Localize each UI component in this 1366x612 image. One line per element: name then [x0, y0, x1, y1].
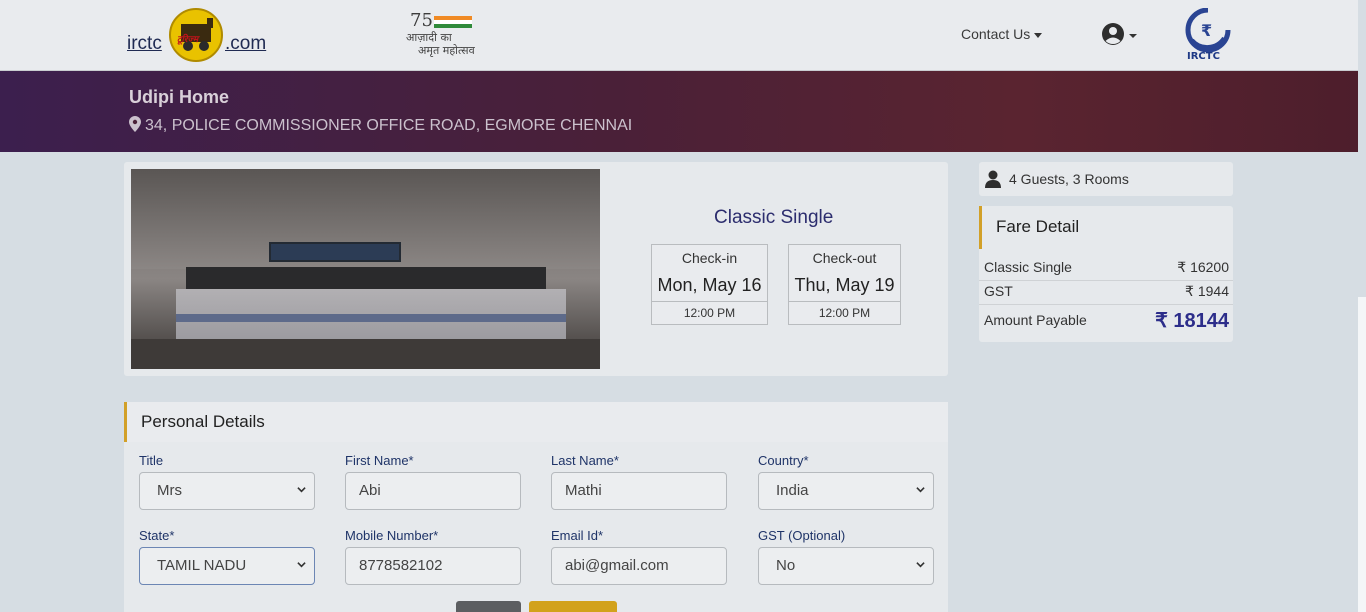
chevron-down-icon	[916, 562, 925, 568]
guests-rooms-text: 4 Guests, 3 Rooms	[1009, 171, 1129, 187]
continue-button[interactable]	[529, 601, 617, 612]
hotel-name: Udipi Home	[129, 87, 230, 107]
state-label: State*	[139, 528, 175, 543]
irctc-emblem-icon: ₹	[1185, 7, 1231, 53]
gst-select[interactable]: No	[758, 547, 934, 585]
hotel-address: 34, POLICE COMMISSIONER OFFICE ROAD, EGM…	[129, 116, 632, 135]
fare-detail-title: Fare Detail	[996, 217, 1080, 236]
country-label: Country*	[758, 453, 809, 468]
user-icon	[985, 170, 1001, 188]
check-in-date: Mon, May 16	[657, 275, 762, 295]
fare-total-row: Amount Payable ₹ 18144	[984, 310, 1229, 332]
email-value: abi@gmail.com	[565, 557, 669, 574]
gst-label: GST (Optional)	[758, 528, 846, 543]
azadi-75: 75	[410, 10, 433, 31]
caret-down-icon	[1034, 32, 1043, 38]
check-out-time: 12:00 PM	[789, 301, 900, 323]
first-name-value: Abi	[359, 482, 381, 499]
country-select-value: India	[776, 482, 809, 499]
chevron-down-icon	[297, 562, 306, 568]
irctc-label: IRCTC	[1187, 51, 1220, 62]
contact-us-label: Contact Us	[961, 26, 1031, 42]
irctc-logo[interactable]: ₹ IRCTC	[1184, 7, 1232, 64]
mobile-number-label: Mobile Number*	[345, 528, 439, 543]
fare-row-value: ₹ 1944	[1185, 283, 1229, 299]
fare-detail-card: Fare Detail Classic Single ₹ 16200 GST ₹…	[979, 206, 1233, 342]
guests-rooms-summary: 4 Guests, 3 Rooms	[979, 162, 1233, 196]
email-label: Email Id*	[551, 528, 604, 543]
check-in-time: 12:00 PM	[652, 301, 767, 323]
check-out-date: Thu, May 19	[794, 275, 895, 295]
amount-payable-value: ₹ 18144	[1155, 310, 1229, 332]
gst-select-value: No	[776, 557, 796, 574]
fare-row-gst: GST ₹ 1944	[984, 283, 1229, 299]
logo-text-right: .com	[225, 33, 267, 54]
amount-payable-label: Amount Payable	[984, 312, 1087, 328]
personal-details-header: Personal Details	[124, 402, 948, 442]
mobile-number-value: 8778582102	[359, 557, 443, 574]
personal-details-title: Personal Details	[141, 412, 265, 431]
check-out-box: Check-out Thu, May 19 12:00 PM	[788, 244, 901, 325]
azadi-ka-amrit-mahotsav-logo: 75 आज़ादी का अमृत महोत्सव	[404, 10, 484, 60]
user-circle-icon	[1102, 23, 1137, 45]
personal-details-section: Personal Details Title Mrs First Name* A…	[124, 402, 948, 612]
fare-row-label: Classic Single	[984, 259, 1072, 275]
first-name-input[interactable]: Abi	[345, 472, 521, 510]
chevron-down-icon	[297, 487, 306, 493]
email-input[interactable]: abi@gmail.com	[551, 547, 727, 585]
flag-icon	[434, 16, 472, 28]
country-select[interactable]: India	[758, 472, 934, 510]
last-name-input[interactable]: Mathi	[551, 472, 727, 510]
check-out-label: Check-out	[812, 250, 877, 266]
train-logo-icon: टूरिज्म	[169, 8, 223, 62]
check-in-label: Check-in	[681, 250, 738, 266]
state-select[interactable]: TAMIL NADU	[139, 547, 315, 585]
logo-tag: टूरिज्म	[177, 35, 199, 45]
fare-row-value: ₹ 16200	[1177, 259, 1229, 275]
title-select-value: Mrs	[157, 482, 182, 499]
mobile-number-input[interactable]: 8778582102	[345, 547, 521, 585]
room-type-title: Classic Single	[714, 207, 834, 228]
right-scroll-strip	[1358, 0, 1366, 612]
chevron-down-icon	[916, 487, 925, 493]
hotel-banner: Udipi Home 34, POLICE COMMISSIONER OFFIC…	[0, 71, 1358, 152]
top-navbar: irctc टूरिज्म .com 75 आज़ादी का अमृत महो…	[0, 0, 1366, 71]
check-in-box: Check-in Mon, May 16 12:00 PM	[651, 244, 768, 325]
fare-row-room: Classic Single ₹ 16200	[984, 259, 1229, 275]
svg-text:₹: ₹	[1201, 21, 1212, 40]
azadi-line2: अमृत महोत्सव	[418, 44, 475, 57]
room-photo[interactable]	[131, 169, 600, 369]
title-label: Title	[139, 453, 164, 468]
last-name-value: Mathi	[565, 482, 602, 499]
contact-us-dropdown[interactable]: Contact Us	[961, 26, 1043, 42]
fare-row-label: GST	[984, 283, 1013, 299]
last-name-label: Last Name*	[551, 453, 619, 468]
room-summary-card: Classic Single Check-in Mon, May 16 12:0…	[124, 162, 948, 376]
irctc-tourism-logo[interactable]: irctc टूरिज्म .com	[127, 8, 272, 64]
fare-detail-header: Fare Detail	[979, 206, 1233, 249]
map-marker-icon	[129, 116, 141, 132]
first-name-label: First Name*	[345, 453, 414, 468]
state-select-value: TAMIL NADU	[157, 557, 247, 574]
title-select[interactable]: Mrs	[139, 472, 315, 510]
back-button[interactable]	[456, 601, 521, 612]
logo-text-left: irctc	[127, 33, 162, 54]
hotel-address-text: 34, POLICE COMMISSIONER OFFICE ROAD, EGM…	[145, 117, 633, 134]
user-account-dropdown[interactable]	[1101, 22, 1139, 52]
